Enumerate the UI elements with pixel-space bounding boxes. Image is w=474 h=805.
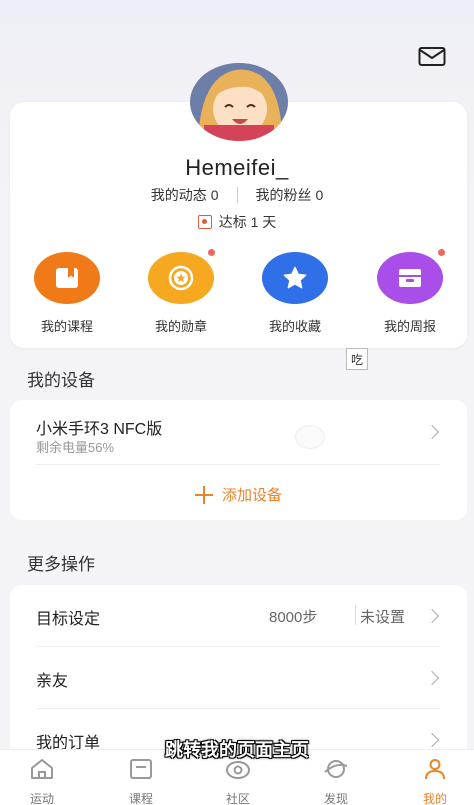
tab-community[interactable]: 社区: [208, 758, 268, 805]
posts-count: 0: [210, 187, 219, 203]
quick-action-label: 我的勋章: [154, 319, 207, 334]
mail-button[interactable]: [418, 46, 446, 68]
tab-label: 发现: [323, 792, 348, 805]
chevron-right-icon: [424, 608, 440, 624]
quick-action-medals[interactable]: 我的勋章: [131, 252, 231, 335]
mail-icon: [418, 47, 446, 66]
divider: [36, 464, 440, 465]
floating-char-chip: 吃: [346, 348, 368, 370]
ops-row-label: 目标设定: [36, 611, 101, 628]
goal-status-value: 未设置: [360, 609, 406, 626]
quick-action-label: 我的收藏: [268, 319, 321, 334]
device-battery: 剩余电量56%: [36, 440, 115, 455]
fans-link[interactable]: 我的粉丝 0: [256, 185, 324, 205]
device-sync-indicator: [295, 425, 325, 449]
ops-row-goal-setting[interactable]: 目标设定 8000步 未设置: [10, 585, 467, 647]
tab-label: 课程: [128, 792, 153, 805]
goal-badge[interactable]: 达标 1 天: [0, 212, 474, 232]
more-ops-section-title: 更多操作: [27, 555, 95, 574]
add-device-label: 添加设备: [221, 487, 282, 504]
quick-action-weekly-report[interactable]: 我的周报: [360, 252, 460, 335]
weekly-report-circle: [377, 252, 443, 304]
stats-row: 我的动态 0 我的粉丝 0: [0, 185, 474, 205]
tab-workout[interactable]: 运动: [12, 758, 72, 805]
ops-row-friends[interactable]: 亲友: [10, 647, 467, 709]
tab-label: 社区: [225, 792, 250, 805]
posts-link[interactable]: 我的动态 0: [151, 185, 219, 205]
star-icon: [283, 266, 307, 289]
device-item[interactable]: 小米手环3 NFC版 剩余电量56%: [10, 400, 467, 464]
video-subtitle: 跳转我的页面主页: [165, 740, 309, 760]
device-card: 小米手环3 NFC版 剩余电量56% 添加设备: [10, 400, 467, 520]
quick-action-label: 我的课程: [40, 319, 93, 334]
devices-section-title: 我的设备: [27, 371, 95, 390]
username: Hemeifei_: [185, 155, 289, 180]
goal-label: 达标: [218, 214, 247, 230]
tab-label: 我的: [422, 792, 447, 805]
ops-row-label: 亲友: [36, 673, 69, 690]
medal-icon: [168, 265, 194, 291]
medals-notification-dot: [208, 249, 215, 256]
report-icon: [399, 269, 421, 287]
posts-label: 我的动态: [150, 187, 207, 203]
tab-label: 运动: [29, 792, 54, 805]
favorites-circle: [262, 252, 328, 304]
stats-divider: [236, 187, 238, 203]
fans-label: 我的粉丝: [255, 187, 312, 203]
goal-days: 1 天: [250, 214, 277, 230]
tab-courses[interactable]: 课程: [111, 758, 171, 805]
ops-value-divider: [355, 605, 356, 625]
courses-circle: [34, 252, 100, 304]
tab-discover[interactable]: 发现: [306, 758, 366, 805]
quick-action-label: 我的周报: [383, 319, 436, 334]
chevron-right-icon: [424, 424, 440, 440]
tab-profile[interactable]: 我的: [405, 758, 465, 805]
step-goal-value: 8000步: [269, 609, 318, 626]
quick-action-courses[interactable]: 我的课程: [17, 252, 117, 335]
goal-icon: [197, 215, 212, 229]
fans-count: 0: [315, 187, 324, 203]
chevron-right-icon: [424, 670, 440, 686]
weekly-report-notification-dot: [438, 249, 445, 256]
bookmark-icon: [56, 268, 78, 288]
medals-circle: [148, 252, 214, 304]
quick-action-favorites[interactable]: 我的收藏: [245, 252, 345, 335]
add-device-button[interactable]: 添加设备: [10, 484, 467, 505]
avatar[interactable]: [190, 63, 288, 141]
device-name: 小米手环3 NFC版: [36, 421, 163, 438]
plus-icon: [194, 485, 213, 504]
